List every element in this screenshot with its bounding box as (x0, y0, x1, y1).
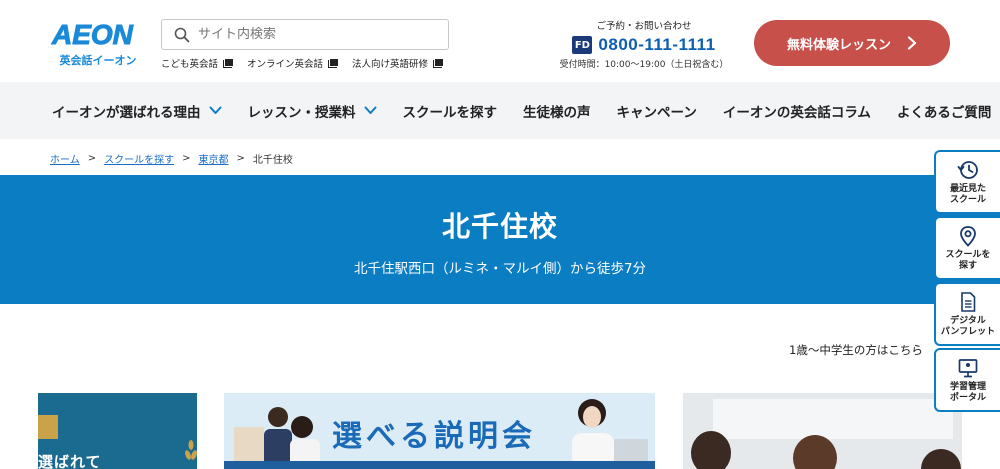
chevron-down-icon (364, 106, 376, 114)
external-link-icon (433, 58, 444, 68)
banner-info-session[interactable]: 選べる説明会 (224, 393, 655, 469)
breadcrumb-current: 北千住校 (252, 155, 293, 166)
find-school-side-button[interactable]: スクールを 探す (934, 216, 1000, 280)
external-link-icon (328, 58, 339, 68)
nav-column[interactable]: イーオンの英会話コラム (723, 101, 871, 121)
kids-school-link[interactable]: 1歳〜中学生の方はこちら (789, 342, 923, 358)
school-hero: 北千住校 北千住駅西口（ルミネ・マルイ側）から徒歩7分 (0, 175, 1000, 304)
contact-phone-row[interactable]: FD 0800-111-1111 (555, 35, 733, 55)
nav-campaigns[interactable]: キャンペーン (617, 101, 697, 121)
monitor-icon (958, 358, 978, 377)
breadcrumb-separator: > (182, 153, 191, 164)
logo-subtitle: 英会話イーオン (59, 54, 137, 67)
nav-label: 生徒様の声 (523, 104, 591, 121)
chevron-right-icon (907, 36, 917, 50)
search-input[interactable] (198, 27, 438, 42)
banner-left-text: 選ばれて (38, 453, 102, 469)
nav-label: スクールを探す (402, 104, 498, 121)
online-english-link[interactable]: オンライン英会話 (247, 56, 339, 70)
free-trial-button[interactable]: 無料体験レッスン (754, 20, 950, 66)
nav-label: レッスン・授業料 (247, 104, 356, 121)
nav-label: イーオンの英会話コラム (722, 104, 871, 121)
floating-side-panel: 最近見た スクール スクールを 探す デジタル パンフレット 学習管理 ポータル (934, 150, 1000, 414)
banner-classroom-photo[interactable] (683, 393, 962, 469)
nav-label: キャンペーン (616, 104, 697, 121)
breadcrumb-find-school[interactable]: スクールを探す (104, 151, 174, 166)
instructor-illustration (572, 399, 648, 469)
banner-why-chosen[interactable]: 選ばれて (38, 393, 197, 469)
logo-wordmark: AEON (52, 19, 134, 50)
nav-find-school[interactable]: スクールを探す (403, 101, 498, 121)
breadcrumb-home[interactable]: ホーム (50, 151, 80, 166)
side-label: スクールを 探す (945, 249, 991, 271)
chevron-down-icon (209, 106, 221, 114)
nav-faq[interactable]: よくあるご質問 (897, 101, 992, 121)
person-photo (691, 431, 731, 469)
sublink-label: 法人向け英語研修 (352, 59, 429, 70)
breadcrumb: ホーム > スクールを探す > 東京都 > 北千住校 (50, 151, 293, 166)
contact-label: ご予約・お問い合わせ (596, 21, 692, 32)
side-label: 学習管理 ポータル (949, 381, 986, 403)
person-photo (921, 449, 961, 469)
learning-portal-button[interactable]: 学習管理 ポータル (934, 348, 1000, 412)
people-illustration (234, 407, 320, 469)
banner-bottom-bar (224, 461, 655, 469)
page-title: 北千住校 (441, 210, 558, 243)
corporate-training-link[interactable]: 法人向け英語研修 (352, 56, 444, 70)
side-label: デジタル パンフレット (940, 315, 996, 337)
nav-why-aeon[interactable]: イーオンが選ばれる理由 (52, 101, 222, 121)
contact-block: ご予約・お問い合わせ FD 0800-111-1111 受付時間：10:00〜1… (555, 18, 733, 70)
nav-lessons-fees[interactable]: レッスン・授業料 (248, 101, 377, 121)
digital-pamphlet-button[interactable]: デジタル パンフレット (934, 282, 1000, 346)
sublink-label: オンライン英会話 (247, 59, 324, 70)
kids-english-link[interactable]: こども英会話 (161, 56, 234, 70)
breadcrumb-separator: > (236, 153, 245, 164)
side-label: 最近見た スクール (949, 183, 986, 205)
sublink-label: こども英会話 (161, 59, 219, 70)
site-search[interactable] (161, 19, 449, 50)
header-sublinks: こども英会話 オンライン英会話 法人向け英語研修 (161, 56, 444, 70)
search-icon (174, 27, 190, 42)
person-photo (793, 435, 837, 469)
contact-hours: 受付時間：10:00〜19:00（土日祝含む） (559, 60, 729, 70)
school-access: 北千住駅西口（ルミネ・マルイ側）から徒歩7分 (353, 261, 647, 277)
nav-label: よくあるご質問 (896, 104, 992, 121)
main-nav: イーオンが選ばれる理由 レッスン・授業料 スクールを探す 生徒様の声 キャンペー… (0, 82, 1000, 139)
site-header: AEON 英会話イーオン こども英会話 オンライン英会話 法人向け英語研修 ご予… (0, 0, 1000, 82)
map-pin-icon (960, 225, 976, 247)
freedial-icon: FD (572, 36, 593, 54)
breadcrumb-tokyo[interactable]: 東京都 (198, 151, 228, 166)
breadcrumb-separator: > (87, 153, 97, 164)
history-icon (957, 160, 978, 179)
whiteboard (713, 399, 953, 439)
info-session-heading: 選べる説明会 (332, 419, 536, 454)
recent-schools-button[interactable]: 最近見た スクール (934, 150, 1000, 214)
ribbon-icon (38, 415, 58, 439)
nav-student-voices[interactable]: 生徒様の声 (523, 101, 591, 121)
free-trial-label: 無料体験レッスン (786, 37, 891, 53)
nav-label: イーオンが選ばれる理由 (52, 104, 201, 121)
document-icon (961, 291, 976, 312)
aeon-logo[interactable]: AEON 英会話イーオン (52, 19, 148, 68)
external-link-icon (223, 58, 234, 68)
laurel-icon (185, 440, 197, 460)
phone-number[interactable]: 0800-111-1111 (598, 35, 715, 55)
